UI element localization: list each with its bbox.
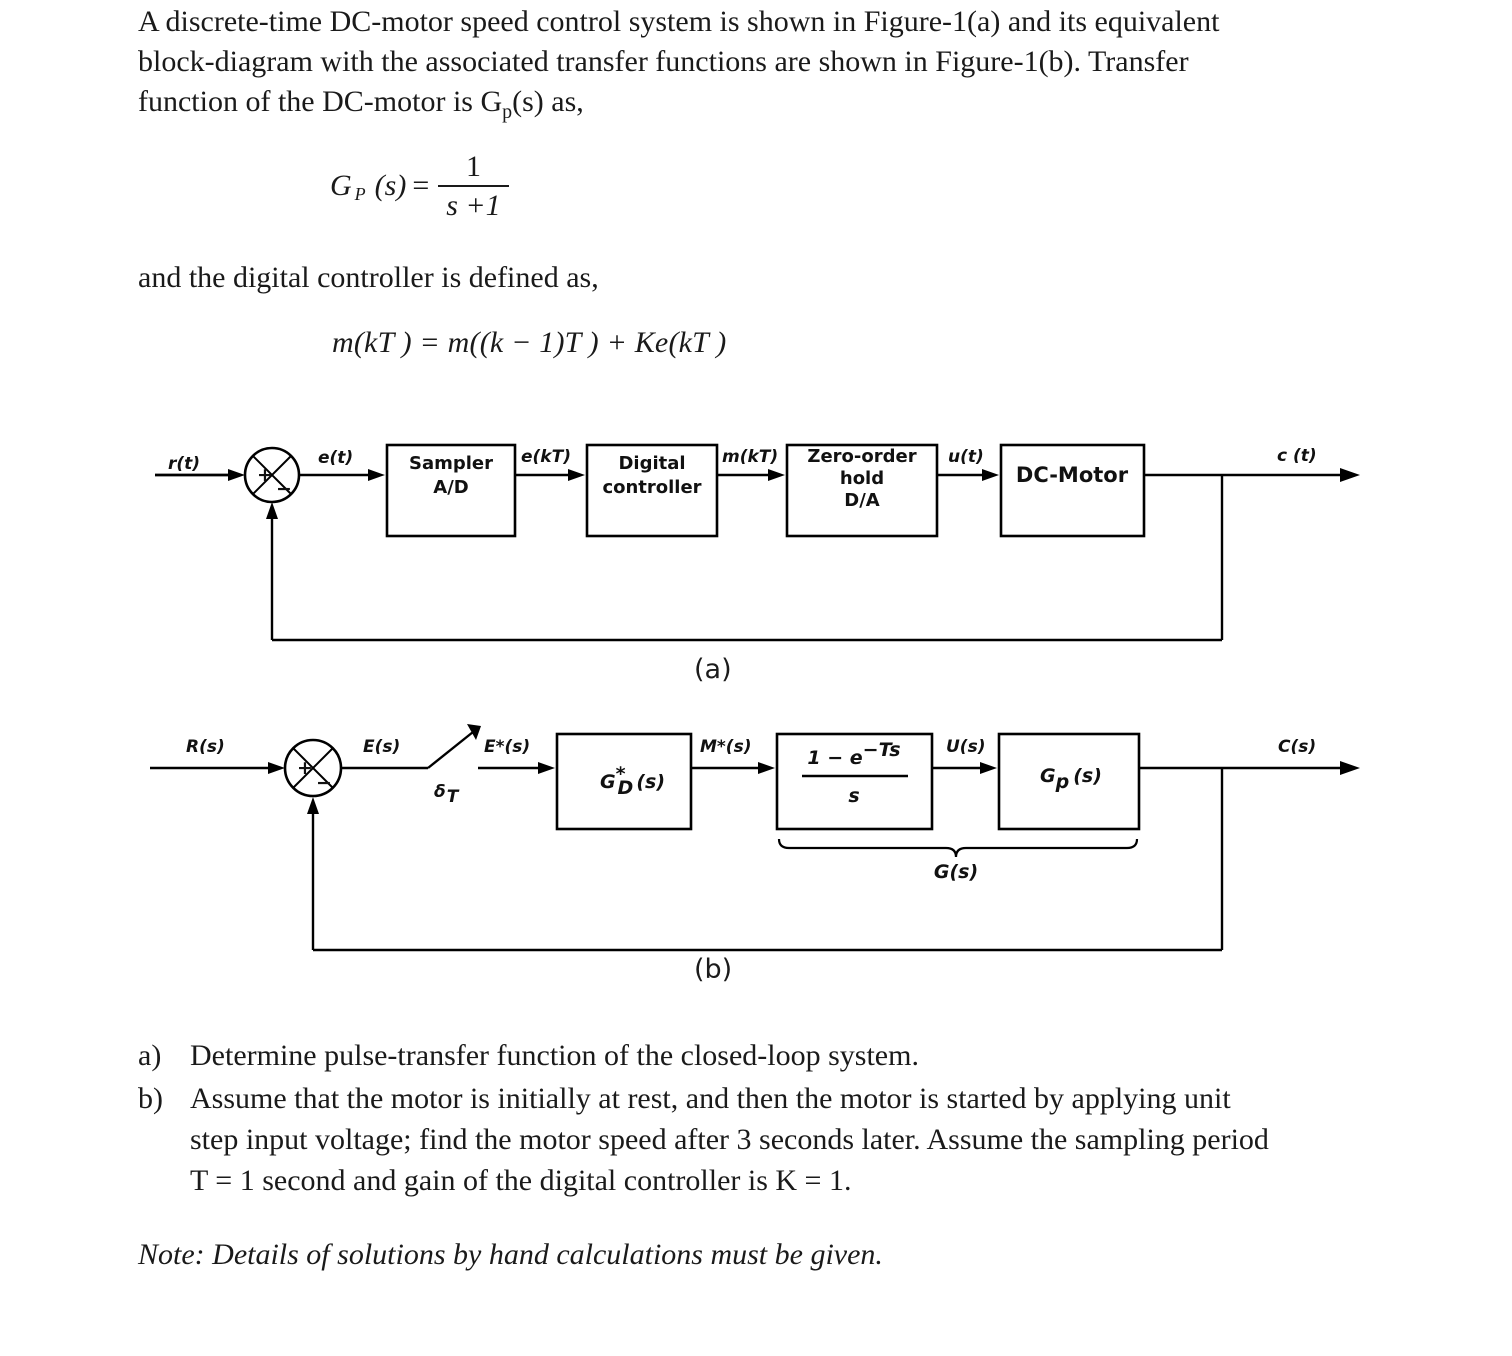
question-a-marker: a) <box>138 1039 162 1072</box>
figure-b-caption: (b) <box>694 954 733 985</box>
sum-plus-a: + <box>257 464 273 486</box>
sum-minus-b: − <box>316 772 332 794</box>
block-plant-tf: Gp (s) <box>997 732 1141 831</box>
sum-minus-a: − <box>276 478 292 500</box>
equation-gp-lhs-arg: (s) <box>374 169 407 203</box>
block-zero-order-hold-tf: 1 − e−Ts s <box>775 732 934 831</box>
label-C-s: C(s) <box>1278 737 1316 757</box>
label-U-s: U(s) <box>946 737 985 757</box>
label-u-t: u(t) <box>948 447 984 467</box>
summing-junction-b: + − <box>283 738 343 798</box>
block-sampler-line-1: Sampler <box>409 453 493 474</box>
brace-label-G-s: G(s) <box>934 861 978 883</box>
intro-line-3: function of the DC-motor is Gp(s) as, <box>138 82 1370 132</box>
block-zero-order-hold: Zero-order hold D/A <box>785 443 939 538</box>
label-E-star-s: E*(s) <box>484 737 530 757</box>
question-b-line-3: T = 1 second and gain of the digital con… <box>190 1164 852 1197</box>
block-digital-controller-tf: G* D (s) <box>555 732 693 831</box>
block-digital-controller-line-1: Digital <box>618 453 685 474</box>
block-digital-controller-line-2: controller <box>602 477 701 498</box>
question-item-a: a) Determine pulse-transfer function of … <box>138 1035 1373 1076</box>
equation-gp-numerator: 1 <box>465 150 481 183</box>
block-zoh-line-1: Zero-order <box>807 446 916 467</box>
equation-gp: G P (s) = 1 s +1 <box>330 150 512 223</box>
equation-gp-lhs-subscript: P <box>354 183 366 204</box>
intro-line-1: A discrete-time DC-motor speed control s… <box>138 5 1220 38</box>
block-zoh-denominator: s <box>848 785 859 807</box>
question-item-b: b) Assume that the motor is initially at… <box>138 1078 1373 1201</box>
questions-list: a) Determine pulse-transfer function of … <box>138 1035 1373 1203</box>
label-E-s: E(s) <box>363 737 400 757</box>
equation-gp-fraction: 1 s +1 <box>438 150 509 223</box>
equation-gp-lhs: G <box>330 169 352 203</box>
label-e-kT: e(kT) <box>521 447 571 467</box>
block-dc-motor: DC-Motor <box>999 443 1146 538</box>
label-r-t: r(t) <box>168 454 200 474</box>
intro-line-3-rest: (s) as, <box>512 85 584 118</box>
brace-G-s: G(s) <box>777 838 1139 883</box>
sampler-switch <box>427 724 481 769</box>
equation-mkt: m(kT ) = m((k − 1)T ) + Ke(kT ) <box>332 326 727 359</box>
figure-b-block-diagram: R(s) + − E(s) δT E*(s) G* D (s) M*(s) 1 − … <box>150 724 1360 952</box>
intro-line-3-text: function of the DC-motor is G <box>138 85 503 118</box>
block-zoh-line-3: D/A <box>844 490 880 511</box>
intro-line-3-subscript: p <box>502 101 513 123</box>
intro-line-2: block-diagram with the associated transf… <box>138 45 1189 78</box>
block-dc-motor-label: DC-Motor <box>1016 463 1129 487</box>
label-M-star-s: M*(s) <box>700 737 751 757</box>
block-zoh-line-2: hold <box>840 468 884 489</box>
block-sampler: Sampler A/D <box>385 443 517 538</box>
question-a-text: Determine pulse-transfer function of the… <box>190 1035 1373 1076</box>
summing-junction-a: + − <box>243 446 301 504</box>
question-b-marker: b) <box>138 1082 163 1115</box>
equation-gp-denominator: s +1 <box>446 188 501 222</box>
controller-lead-text: and the digital controller is defined as… <box>138 261 599 294</box>
label-m-kT: m(kT) <box>722 447 778 467</box>
sum-plus-b: + <box>297 757 313 779</box>
question-b-text: Assume that the motor is initially at re… <box>190 1078 1373 1201</box>
equation-gp-equals: = <box>412 169 430 203</box>
label-c-t: c (t) <box>1277 446 1317 466</box>
sampler-delta-label: δT <box>434 782 460 807</box>
figure-a-block-diagram: r(t) + − e(t) Sampler A/D e(kT) Digital … <box>155 443 1360 642</box>
figure-a-caption: (a) <box>694 654 732 685</box>
question-b-line-2: step input voltage; find the motor speed… <box>190 1123 1269 1156</box>
note-text: Note: Details of solutions by hand calcu… <box>138 1238 883 1271</box>
intro-paragraph: A discrete-time DC-motor speed control s… <box>138 2 1370 132</box>
block-sampler-line-2: A/D <box>433 477 468 498</box>
question-b-line-1: Assume that the motor is initially at re… <box>190 1082 1231 1115</box>
question-a-line-1: Determine pulse-transfer function of the… <box>190 1039 919 1072</box>
label-R-s: R(s) <box>186 737 225 757</box>
label-e-t: e(t) <box>318 448 353 468</box>
block-digital-controller: Digital controller <box>585 443 719 538</box>
